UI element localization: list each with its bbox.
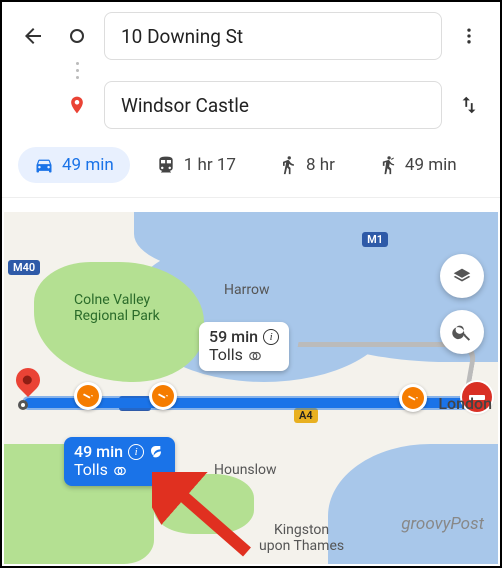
car-icon [34,155,54,175]
alt-route-callout[interactable]: 59 min i Tolls [199,322,289,371]
watermark: groovyPost [401,514,484,534]
place-kingston: Kingstonupon Thames [259,522,344,554]
destination-value: Windsor Castle [121,94,249,117]
place-harrow: Harrow [224,282,269,298]
city-london-label: London [438,394,492,413]
map-canvas[interactable]: Colne ValleyRegional Park Harrow Hounslo… [4,212,498,564]
toll-icon [113,464,127,478]
toll-icon [248,349,262,363]
destination-input[interactable]: Windsor Castle [104,81,442,129]
road-shield-m1: M1 [362,232,388,247]
waypoint-connector-icon [60,60,94,81]
info-icon: i [263,329,279,345]
more-vert-icon [459,26,479,46]
destination-marker-icon [60,88,94,122]
rideshare-icon [377,155,397,175]
alt-route-duration: 59 min [209,328,258,346]
transit-icon [156,155,176,175]
travel-mode-tabs: 49 min 1 hr 17 8 hr 49 min [2,137,500,198]
mode-rideshare[interactable]: 49 min [361,147,473,183]
park-label: Colne ValleyRegional Park [74,292,160,324]
main-route-detail: Tolls [74,461,108,479]
road-shield-m40: M40 [8,260,40,275]
layers-icon [451,265,473,287]
info-icon: i [128,444,144,460]
mode-walking-duration: 8 hr [306,155,335,175]
origin-marker-icon [60,19,94,53]
mode-driving-duration: 49 min [62,155,114,175]
mode-transit-duration: 1 hr 17 [184,155,236,175]
back-arrow-icon [21,24,45,48]
main-route-duration: 49 min [74,443,123,461]
mode-rideshare-duration: 49 min [405,155,457,175]
overflow-menu-button[interactable] [452,19,486,53]
speed-camera-icon[interactable] [74,382,102,410]
swap-vert-icon [458,94,480,116]
road-shield-a4: A4 [294,408,318,423]
search-icon [451,321,473,343]
mode-driving[interactable]: 49 min [18,147,130,183]
map-search-button[interactable] [440,310,484,354]
main-route-callout[interactable]: 49 min i Tolls [64,437,175,486]
directions-header: 10 Downing St Windsor Castle [2,2,500,137]
back-button[interactable] [16,19,50,53]
speed-camera-icon[interactable] [149,382,177,410]
origin-value: 10 Downing St [121,25,243,48]
speed-camera-icon[interactable] [399,384,427,412]
mode-walking[interactable]: 8 hr [262,147,351,183]
route-endpoint-dot [18,400,28,410]
swap-endpoints-button[interactable] [452,88,486,122]
mode-transit[interactable]: 1 hr 17 [140,147,252,183]
destination-pin-icon [16,368,44,392]
walk-icon [278,155,298,175]
origin-input[interactable]: 10 Downing St [104,12,442,60]
eco-leaf-icon [149,444,165,460]
place-hounslow: Hounslow [214,462,277,478]
alt-route-detail: Tolls [209,346,243,364]
layers-button[interactable] [440,254,484,298]
